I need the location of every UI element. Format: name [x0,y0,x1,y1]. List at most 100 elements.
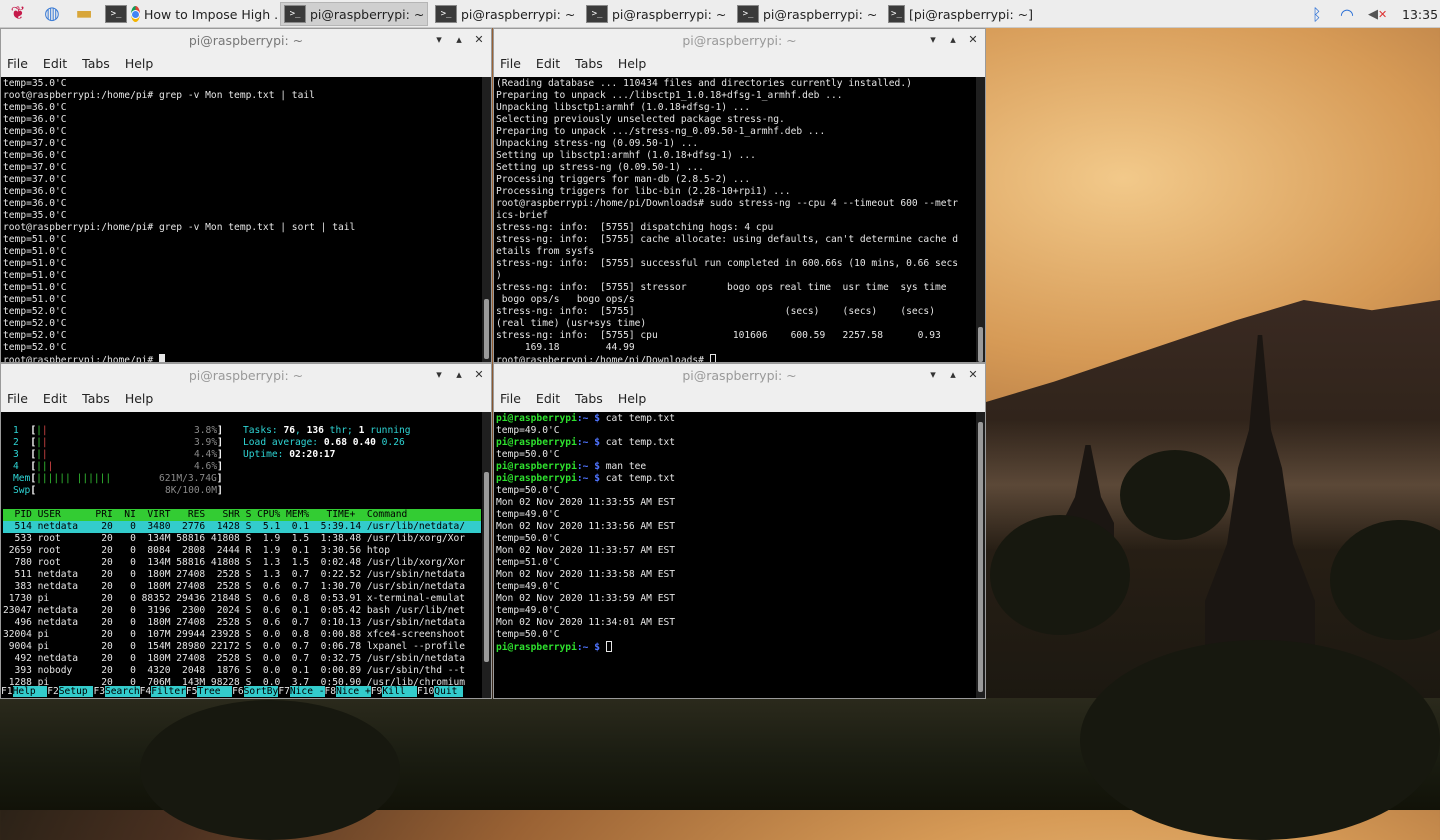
scrollbar[interactable] [976,412,985,698]
menu-edit[interactable]: Edit [536,56,560,71]
file-manager-icon[interactable]: ▬ [71,2,97,26]
terminal-window-bottom-right[interactable]: pi@raspberrypi: ~ ▾ ▴ ✕ File Edit Tabs H… [493,363,986,699]
function-key[interactable]: F8 [325,686,337,697]
taskbar-task-terminal[interactable]: >_ [pi@raspberrypi: ~] [885,2,1033,26]
process-row[interactable]: 9004 pi 20 0 154M 28980 22172 S 0.0 0.7 … [3,641,481,653]
close-icon[interactable]: ✕ [471,31,487,47]
function-key-label[interactable]: Setup [58,686,94,697]
process-row[interactable]: 32004 pi 20 0 107M 29944 23928 S 0.0 0.8… [3,629,481,641]
volume-muted-icon[interactable]: ◀✕ [1368,0,1387,28]
maximize-icon[interactable]: ▴ [451,366,467,382]
menu-edit[interactable]: Edit [536,391,560,406]
process-row[interactable]: 780 root 20 0 134M 58816 41808 S 1.3 1.5… [3,557,481,569]
minimize-icon[interactable]: ▾ [925,31,941,47]
function-key[interactable]: F1 [1,686,13,697]
scrollbar[interactable] [482,77,491,362]
function-key[interactable]: F7 [278,686,290,697]
command-text: cat temp.txt [599,473,676,484]
close-icon[interactable]: ✕ [965,366,981,382]
window-titlebar[interactable]: pi@raspberrypi: ~ ▾ ▴ ✕ [494,364,985,386]
terminal-screen[interactable]: pi@raspberrypi:~ $ cat temp.txt temp=49.0… [494,412,985,698]
process-row[interactable]: 23047 netdata 20 0 3196 2300 2024 S 0.6 … [3,605,481,617]
function-key[interactable]: F2 [47,686,59,697]
taskbar-task-terminal[interactable]: >_ pi@raspberrypi: ~ [280,2,428,26]
prompt-line[interactable]: root@raspberrypi:/home/pi/Downloads# [496,354,975,362]
function-key-label[interactable]: Quit [434,686,464,697]
menu-help[interactable]: Help [618,56,647,71]
process-row[interactable]: 1730 pi 20 0 88352 29436 21848 S 0.6 0.8… [3,593,481,605]
terminal-launcher[interactable]: >_ [103,2,129,26]
menu-help[interactable]: Help [125,56,154,71]
scrollbar[interactable] [482,412,491,698]
function-key[interactable]: F5 [186,686,198,697]
terminal-line: temp=51.0'C [3,234,67,245]
function-key-label[interactable]: Tree [197,686,233,697]
menu-tabs[interactable]: Tabs [82,56,110,71]
taskbar-task-browser[interactable]: How to Impose High ... [128,2,278,26]
scrollbar[interactable] [976,77,985,362]
maximize-icon[interactable]: ▴ [945,366,961,382]
function-key-label[interactable]: Help [12,686,48,697]
function-key[interactable]: F3 [93,686,105,697]
function-key-label[interactable]: Nice - [289,686,325,697]
raspberry-menu-icon[interactable]: ❦ [5,2,31,26]
wifi-icon[interactable]: ◠ [1340,0,1354,28]
web-browser-icon[interactable]: ◍ [39,2,65,26]
terminal-line: Mon 02 Nov 2020 11:34:01 AM EST [496,617,676,628]
process-row[interactable]: 393 nobody 20 0 4320 2048 1876 S 0.0 0.1… [3,665,481,677]
maximize-icon[interactable]: ▴ [451,31,467,47]
minimize-icon[interactable]: ▾ [431,366,447,382]
terminal-screen[interactable]: temp=35.0'C root@raspberrypi:/home/pi# gr… [1,77,491,362]
function-key-label[interactable]: SortBy [243,686,279,697]
taskbar-task-terminal[interactable]: >_ pi@raspberrypi: ~ [734,2,882,26]
minimize-icon[interactable]: ▾ [925,366,941,382]
process-row[interactable]: 514 netdata 20 0 3480 2776 1428 S 5.1 0.… [3,521,481,533]
function-key[interactable]: F9 [371,686,383,697]
menu-edit[interactable]: Edit [43,56,67,71]
terminal-line: 169.18 44.99 [496,342,635,353]
close-icon[interactable]: ✕ [471,366,487,382]
process-row[interactable]: 533 root 20 0 134M 58816 41808 S 1.9 1.5… [3,533,481,545]
function-key-label[interactable]: Search [105,686,140,697]
window-titlebar[interactable]: pi@raspberrypi: ~ ▾ ▴ ✕ [1,29,491,51]
menu-tabs[interactable]: Tabs [82,391,110,406]
minimize-icon[interactable]: ▾ [431,31,447,47]
terminal-screen[interactable]: (Reading database ... 110434 files and d… [494,77,985,362]
function-key[interactable]: F10 [417,686,434,697]
menu-file[interactable]: File [7,391,28,406]
prompt-path: :~ $ [576,413,600,424]
taskbar-task-terminal[interactable]: >_ pi@raspberrypi: ~ [583,2,731,26]
process-row[interactable]: 2659 root 20 0 8084 2808 2444 R 1.9 0.1 … [3,545,481,557]
menu-help[interactable]: Help [618,391,647,406]
htop-screen[interactable]: 1 [|| 3.8%] 2 [|| 3.9%] 3 [|| 4.4%] 4 [|… [1,412,491,698]
process-row[interactable]: 511 netdata 20 0 180M 27408 2528 S 1.3 0… [3,569,481,581]
function-key-label[interactable]: Nice + [336,686,371,697]
function-key-label[interactable]: Filter [151,686,186,697]
maximize-icon[interactable]: ▴ [945,31,961,47]
menu-file[interactable]: File [7,56,28,71]
terminal-line: root@raspberrypi:/home/pi/Downloads# sud… [496,198,959,209]
menu-file[interactable]: File [500,391,521,406]
menu-help[interactable]: Help [125,391,154,406]
bluetooth-icon[interactable]: ᛒ [1312,0,1322,28]
terminal-line: Setting up stress-ng (0.09.50-1) ... [496,162,704,173]
menu-edit[interactable]: Edit [43,391,67,406]
terminal-window-top-left[interactable]: pi@raspberrypi: ~ ▾ ▴ ✕ File Edit Tabs H… [0,28,492,363]
taskbar-task-terminal[interactable]: >_ pi@raspberrypi: ~ [432,2,580,26]
terminal-window-top-right[interactable]: pi@raspberrypi: ~ ▾ ▴ ✕ File Edit Tabs H… [493,28,986,363]
process-row[interactable]: 496 netdata 20 0 180M 27408 2528 S 0.6 0… [3,617,481,629]
process-row[interactable]: 383 netdata 20 0 180M 27408 2528 S 0.6 0… [3,581,481,593]
process-table-header[interactable]: PID USER PRI NI VIRT RES SHR S CPU% MEM%… [3,509,481,521]
function-key[interactable]: F6 [232,686,244,697]
menu-tabs[interactable]: Tabs [575,56,603,71]
window-titlebar[interactable]: pi@raspberrypi: ~ ▾ ▴ ✕ [1,364,491,386]
process-row[interactable]: 492 netdata 20 0 180M 27408 2528 S 0.0 0… [3,653,481,665]
function-key[interactable]: F4 [140,686,152,697]
menu-file[interactable]: File [500,56,521,71]
window-titlebar[interactable]: pi@raspberrypi: ~ ▾ ▴ ✕ [494,29,985,51]
prompt-line[interactable]: root@raspberrypi:/home/pi# [3,354,481,362]
function-key-label[interactable]: Kill [382,686,417,697]
menu-tabs[interactable]: Tabs [575,391,603,406]
terminal-window-htop[interactable]: pi@raspberrypi: ~ ▾ ▴ ✕ File Edit Tabs H… [0,363,492,699]
close-icon[interactable]: ✕ [965,31,981,47]
